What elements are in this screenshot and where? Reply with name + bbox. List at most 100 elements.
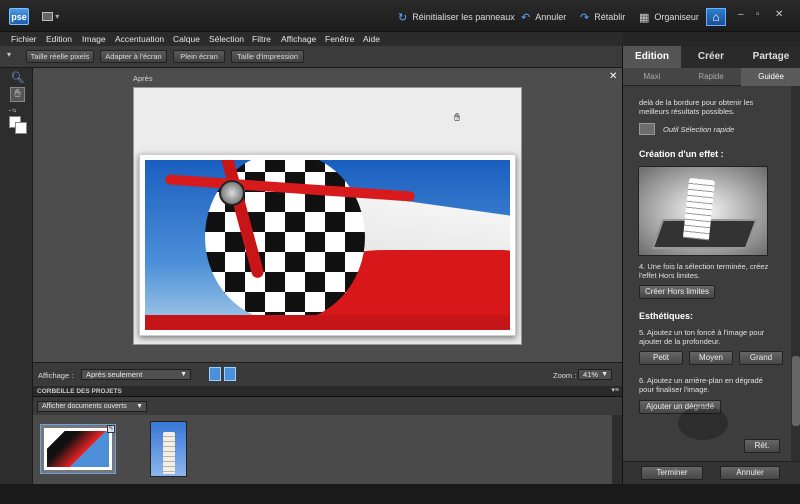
menu-aide[interactable]: Aide [363,32,380,46]
document-title: Après [133,74,153,83]
edit-badge-icon: ✎ [107,425,115,433]
effect-preview [638,166,768,256]
organizer-label: Organiseur [654,12,699,22]
restore-button[interactable]: ▫ [756,9,760,20]
home-button[interactable]: ⌂ [706,8,726,26]
menu-image[interactable]: Image [82,32,106,46]
panel-subtabs: Maxi Rapide Guidée [623,68,800,86]
undo-icon: ↶ [521,11,531,24]
app-window: pse ▾ ↻ Réinitialiser les panneaux ↶ Annul… [0,0,800,504]
medium-button[interactable]: Moyen [689,351,733,365]
menu-affichage[interactable]: Affichage [281,32,316,46]
actual-pixels-button[interactable]: Taille réelle pixels [26,50,94,63]
tab-creer[interactable]: Créer [681,46,741,68]
canvas-area: Après ✕ ✋︎ [33,68,622,362]
view-select-value: Après seulement [86,370,143,379]
redo-label: Rétablir [594,12,626,22]
quick-selection-icon[interactable] [639,123,655,135]
project-bin-toolbar: Afficher documents ouverts ▼ [33,397,622,415]
bin-menu-icon[interactable]: ▾≡ [611,386,619,394]
reset-panels-button[interactable]: ↻ Réinitialiser les panneaux [398,10,515,24]
thumbnail-tower[interactable] [150,421,187,477]
print-size-button[interactable]: Taille d'impression [231,50,304,63]
subtab-maxi[interactable]: Maxi [623,68,681,86]
home-icon: ⌂ [712,10,720,24]
tool-options-bar: ▾ Taille réelle pixels Adapter à l'écran… [0,46,622,68]
zoom-value: 41% [583,370,599,379]
toolbox: 🔍︎ ✋︎ ▪ ⇆ [0,68,33,484]
subtab-rapide[interactable]: Rapide [681,68,741,86]
default-colors-icon[interactable]: ▪ ⇆ [9,108,16,114]
fit-screen-button[interactable]: Adapter à l'écran [100,50,167,63]
undo-button[interactable]: ↶ Annuler [521,10,566,24]
bin-filter-select[interactable]: Afficher documents ouverts ▼ [37,401,147,412]
panel-scrollbar[interactable] [791,86,800,461]
tab-edition[interactable]: Edition [623,46,681,68]
quick-selection-label: Outil Sélection rapide [663,125,735,134]
intro-text-1: delà de la bordure pour obtenir les [639,98,754,107]
stacked-view-icon[interactable] [224,367,236,381]
menu-fichier[interactable]: Fichier [11,32,37,46]
reset-button[interactable]: Rét. [744,439,780,453]
view-select[interactable]: Après seulement ▼ [81,369,191,380]
document-canvas[interactable]: ✋︎ [133,87,522,345]
intro-text-2: meilleurs résultats possibles. [639,107,735,116]
options-menu-icon[interactable]: ▾ [7,50,11,59]
chevron-down-icon: ▼ [136,403,143,410]
small-button[interactable]: Petit [639,351,683,365]
background-color-swatch[interactable] [15,122,27,134]
create-out-of-bounds-button[interactable]: Créer Hors limites [639,285,715,299]
project-bin-header: CORBEILLE DES PROJETS ▾≡ [33,386,622,397]
zoom-label: Zoom : [553,371,577,380]
airplane-photo [145,160,510,330]
subtab-guidee[interactable]: Guidée [741,68,800,86]
project-bin-title: CORBEILLE DES PROJETS [37,388,122,395]
organizer-button[interactable]: ▦ Organiseur [639,10,699,24]
view-bar: Affichage : Après seulement ▼ Zoom : 41% ▼ [33,362,622,386]
project-bin: ✎ [33,415,622,484]
cancel-button[interactable]: Annuler [720,466,780,480]
menu-accentuation[interactable]: Accentuation [115,32,164,46]
layout-menu-button[interactable]: ▾ [42,12,66,22]
menu-selection[interactable]: Sélection [209,32,244,46]
step4-text-2: l'effet Hors limites. [639,271,700,280]
close-document-button[interactable]: ✕ [609,71,617,82]
step6-text-1: 6. Ajoutez un arrière-plan en dégradé [639,376,763,385]
thumbnail-airplane[interactable] [40,424,116,474]
layout-icon [42,12,53,22]
fill-screen-button[interactable]: Plein écran [173,50,225,63]
panel-footer: Terminer Annuler [623,461,800,484]
hand-cursor-icon: ✋︎ [454,112,461,124]
menu-calque[interactable]: Calque [173,32,200,46]
hand-icon[interactable]: ✋︎ [10,87,25,102]
reset-panels-label: Réinitialiser les panneaux [412,12,515,22]
menu-bar: Fichier Edition Image Accentuation Calqu… [0,32,622,46]
side-by-side-icon[interactable] [209,367,221,381]
magnifier-icon[interactable]: 🔍︎ [10,71,25,86]
menu-fenetre[interactable]: Fenêtre [325,32,354,46]
photo-frame [139,154,516,336]
redo-button[interactable]: ↷ Rétablir [580,10,625,24]
elephant-watermark-icon [678,406,728,440]
minimize-button[interactable]: – [738,9,744,20]
large-button[interactable]: Grand [739,351,783,365]
step5-text-2: ajouter de la profondeur. [639,337,721,346]
step5-text-1: 5. Ajoutez un ton foncé à l'image pour [639,328,765,337]
propeller-hub [219,180,245,206]
menu-edition[interactable]: Edition [46,32,72,46]
zoom-select[interactable]: 41% ▼ [578,369,612,380]
aesthetics-heading: Esthétiques: [639,311,694,321]
panel-tabs: Edition Créer Partage [623,46,800,68]
grid-icon: ▦ [639,11,650,24]
bin-scrollbar[interactable] [612,415,622,484]
menu-filtre[interactable]: Filtre [252,32,271,46]
chevron-down-icon: ▼ [180,371,187,378]
app-logo: pse [9,8,29,25]
plane-wing [145,315,510,330]
close-window-button[interactable]: ✕ [775,9,783,20]
bin-filter-value: Afficher documents ouverts [42,403,127,410]
done-button[interactable]: Terminer [641,466,703,480]
tab-partage[interactable]: Partage [741,46,800,68]
right-panel: Edition Créer Partage Maxi Rapide Guidée… [622,46,800,484]
step4-text-1: 4. Une fois la sélection terminée, créez [639,262,769,271]
